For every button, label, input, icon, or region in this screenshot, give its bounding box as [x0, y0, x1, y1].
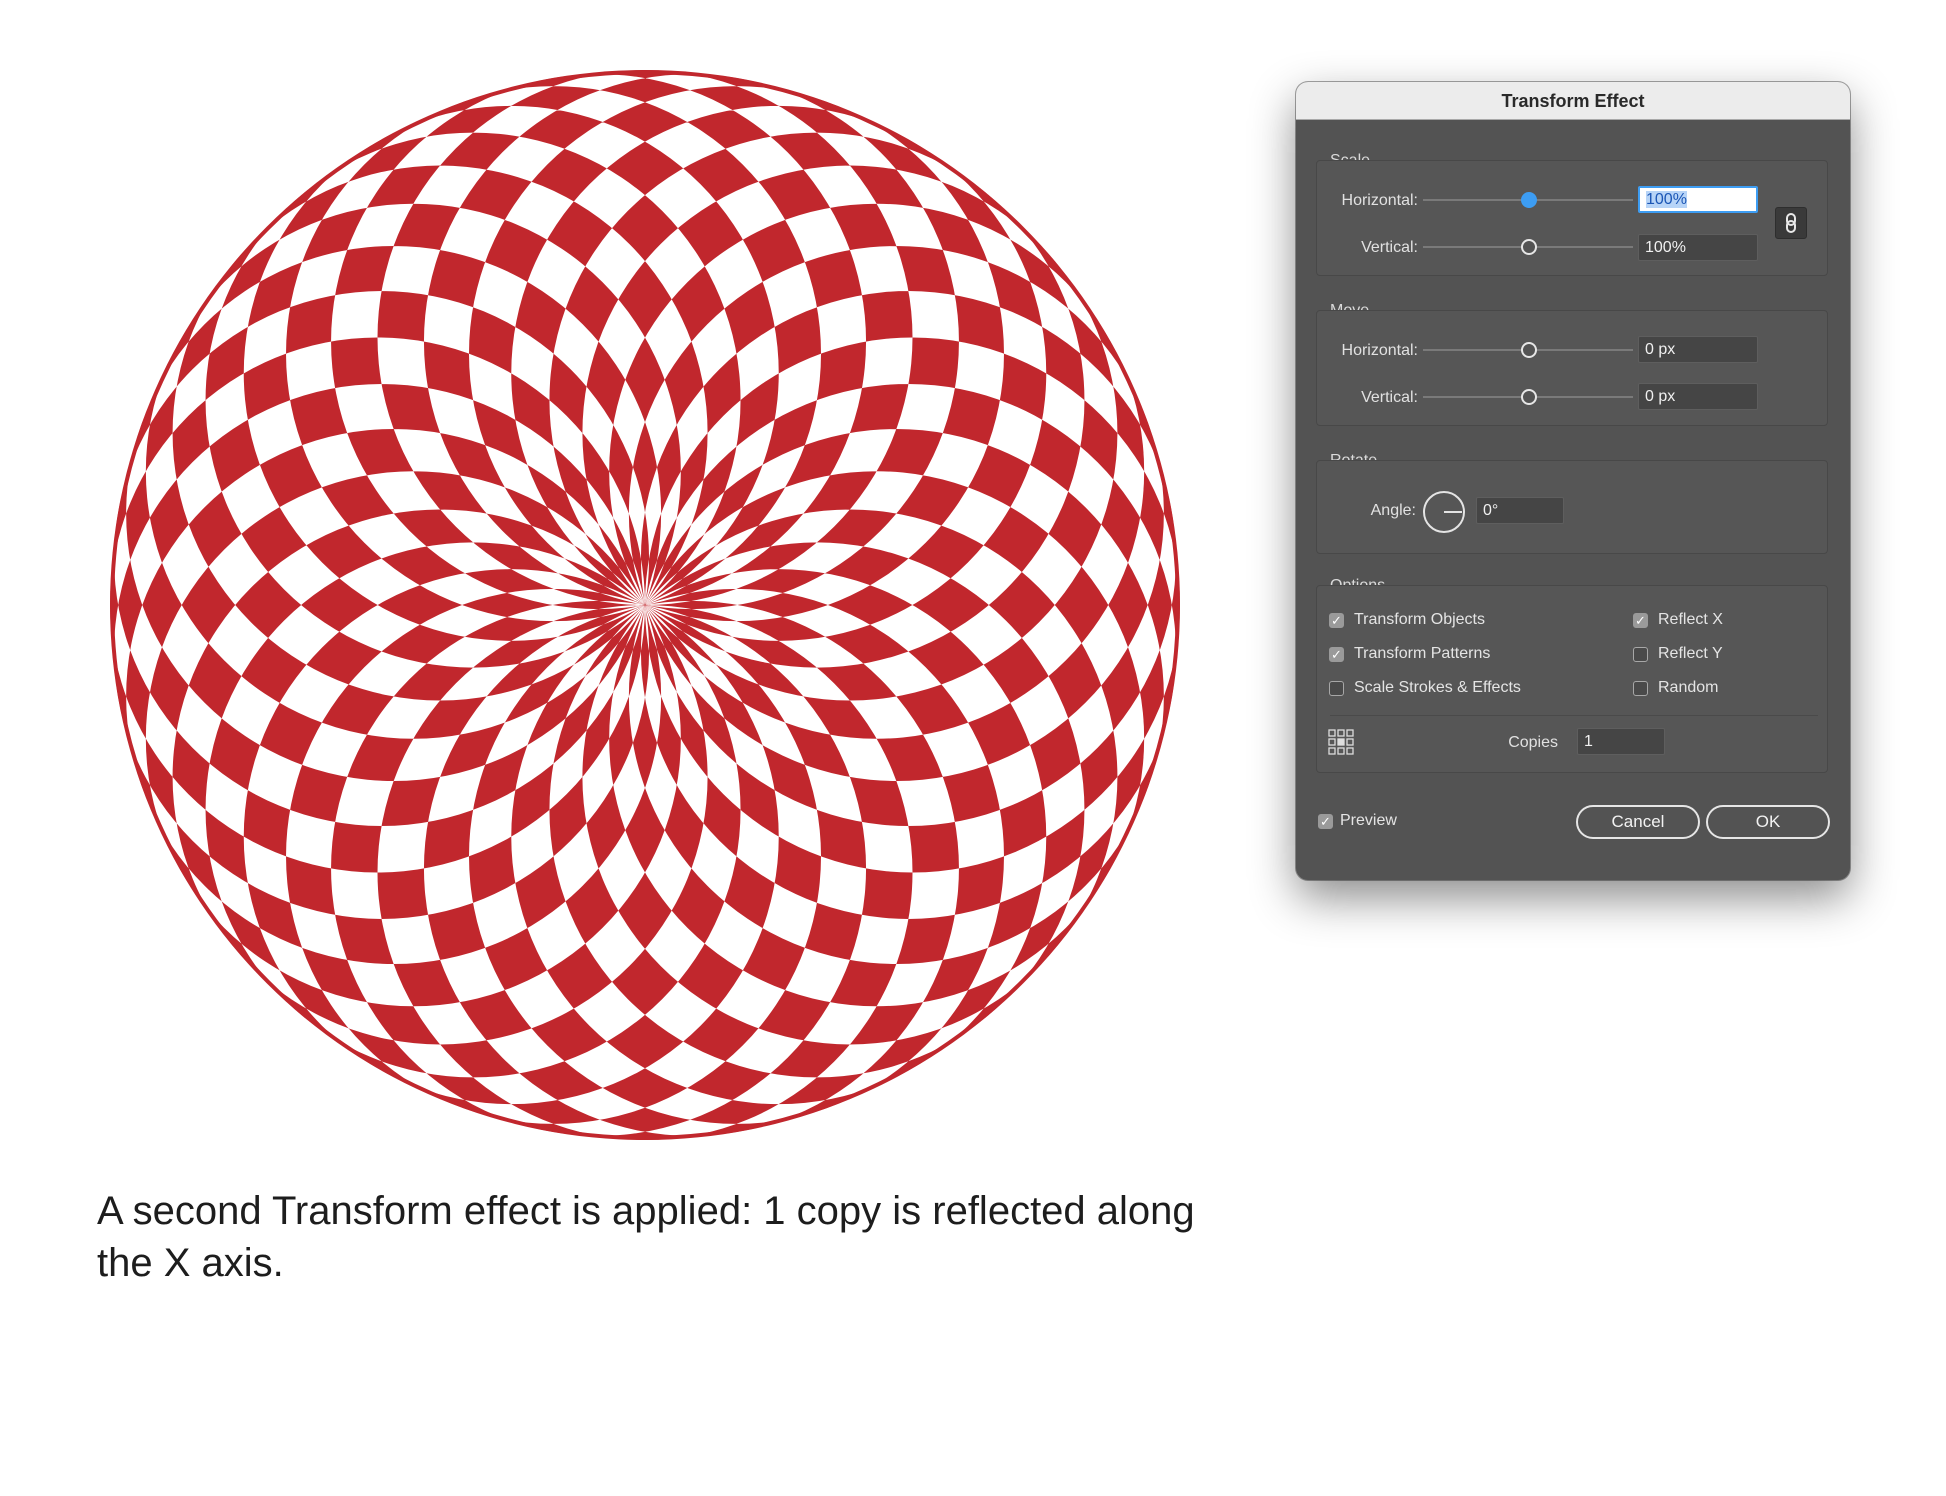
move-horizontal-label: Horizontal:: [1341, 342, 1418, 359]
reflect-y-label: Reflect Y: [1658, 645, 1723, 662]
link-icon[interactable]: [1775, 207, 1807, 239]
transform-patterns-label: Transform Patterns: [1354, 645, 1491, 662]
checkered-circle-artwork: [110, 70, 1180, 1140]
angle-dial-icon[interactable]: [1422, 490, 1466, 534]
scale-horizontal-label: Horizontal:: [1341, 192, 1418, 209]
ok-button[interactable]: OK: [1706, 805, 1830, 839]
reflect-x-checkbox[interactable]: ✓: [1633, 613, 1648, 628]
scale-vertical-slider-knob[interactable]: [1521, 239, 1537, 255]
reference-point-icon[interactable]: [1328, 729, 1354, 755]
scale-strokes-checkbox[interactable]: [1329, 681, 1344, 696]
transform-objects-label: Transform Objects: [1354, 611, 1485, 628]
angle-label: Angle:: [1370, 502, 1416, 519]
cancel-button[interactable]: Cancel: [1576, 805, 1700, 839]
chain-link-icon: [1786, 213, 1796, 233]
scale-vertical-input[interactable]: 100%: [1638, 234, 1758, 261]
angle-input[interactable]: 0°: [1476, 497, 1564, 524]
caption-line-1: A second Transform effect is applied: 1 …: [97, 1189, 1195, 1233]
move-horizontal-slider-knob[interactable]: [1521, 342, 1537, 358]
copies-input[interactable]: 1: [1577, 728, 1665, 755]
options-separator: [1330, 715, 1818, 716]
copies-label: Copies: [1508, 734, 1558, 751]
move-vertical-input[interactable]: 0 px: [1638, 383, 1758, 410]
transform-objects-checkbox[interactable]: ✓: [1329, 613, 1344, 628]
scale-horizontal-slider-knob[interactable]: [1521, 192, 1537, 208]
scale-strokes-label: Scale Strokes & Effects: [1354, 679, 1521, 696]
reflect-x-label: Reflect X: [1658, 611, 1723, 628]
transform-effect-dialog: Transform Effect Scale Horizontal: 100% …: [1296, 82, 1850, 880]
caption-text: A second Transform effect is applied: 1 …: [97, 1185, 1257, 1289]
random-checkbox[interactable]: [1633, 681, 1648, 696]
scale-vertical-label: Vertical:: [1361, 239, 1418, 256]
transform-patterns-checkbox[interactable]: ✓: [1329, 647, 1344, 662]
scale-horizontal-input[interactable]: 100%: [1638, 186, 1758, 213]
move-vertical-label: Vertical:: [1361, 389, 1418, 406]
move-vertical-slider-knob[interactable]: [1521, 389, 1537, 405]
preview-checkbox[interactable]: ✓: [1318, 814, 1333, 829]
random-label: Random: [1658, 679, 1719, 696]
caption-line-2: the X axis.: [97, 1241, 284, 1285]
dialog-title: Transform Effect: [1296, 82, 1850, 120]
reflect-y-checkbox[interactable]: [1633, 647, 1648, 662]
preview-label: Preview: [1340, 812, 1397, 829]
move-horizontal-input[interactable]: 0 px: [1638, 336, 1758, 363]
